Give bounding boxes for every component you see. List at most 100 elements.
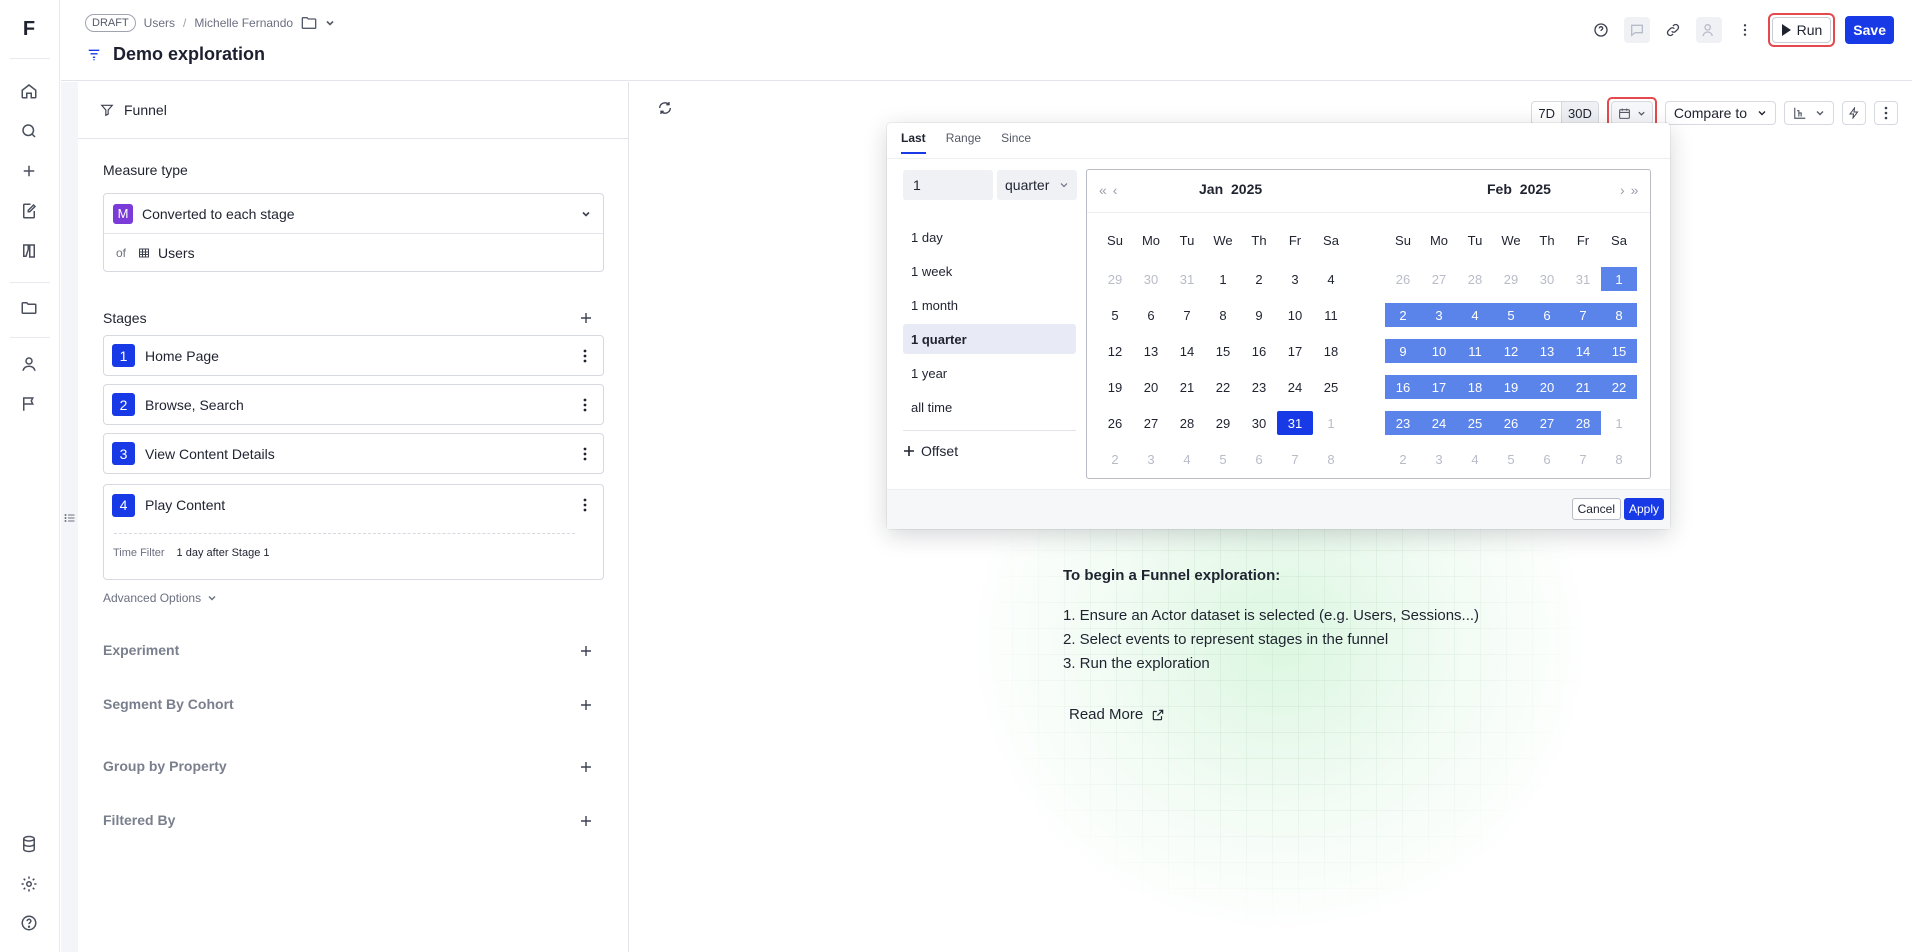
tab-since[interactable]: Since — [1001, 131, 1031, 154]
calendar-day[interactable]: 5 — [1205, 441, 1241, 477]
more-vertical-icon[interactable] — [575, 447, 595, 461]
calendar-day-in-range[interactable]: 1 — [1601, 267, 1637, 291]
preset-option[interactable]: all time — [903, 392, 1076, 422]
calendar-day[interactable]: 26 — [1097, 405, 1133, 441]
calendar-day[interactable]: 3 — [1421, 441, 1457, 477]
user-icon[interactable] — [18, 353, 40, 375]
calendar-day-in-range[interactable]: 14 — [1565, 339, 1601, 363]
time-filter[interactable]: Time Filter 1 day after Stage 1 — [113, 547, 270, 559]
calendar-day[interactable]: 10 — [1277, 297, 1313, 333]
preset-option-selected[interactable]: 1 quarter — [903, 324, 1076, 354]
calendar-day[interactable]: 16 — [1241, 333, 1277, 369]
calendar-day[interactable]: 1 — [1313, 405, 1349, 441]
calendar-day-in-range[interactable]: 20 — [1529, 375, 1565, 399]
add-offset-button[interactable]: Offset — [903, 443, 958, 459]
calendar-day-in-range[interactable]: 21 — [1565, 375, 1601, 399]
stage-row[interactable]: 2 Browse, Search — [103, 384, 604, 425]
date-range-button[interactable] — [1610, 101, 1653, 125]
run-button[interactable]: Run — [1771, 17, 1832, 43]
plus-icon[interactable] — [18, 160, 40, 182]
save-button[interactable]: Save — [1845, 16, 1894, 44]
breadcrumb-owner[interactable]: Michelle Fernando — [194, 16, 293, 30]
calendar-day[interactable]: 5 — [1097, 297, 1133, 333]
calendar-day[interactable]: 25 — [1313, 369, 1349, 405]
calendar-day-in-range[interactable]: 11 — [1457, 339, 1493, 363]
calendar-day[interactable]: 8 — [1313, 441, 1349, 477]
calendar-day[interactable]: 27 — [1421, 261, 1457, 297]
chevron-left-icon[interactable]: ‹ — [1113, 182, 1118, 198]
help-icon[interactable] — [18, 912, 40, 934]
calendar-day[interactable]: 27 — [1133, 405, 1169, 441]
calendar-day[interactable]: 4 — [1169, 441, 1205, 477]
calendar-day-in-range[interactable]: 2 — [1385, 303, 1421, 327]
chevron-right-icon[interactable]: › — [1620, 182, 1625, 198]
stage-row[interactable]: 1 Home Page — [103, 335, 604, 376]
calendar-day[interactable]: 2 — [1241, 261, 1277, 297]
folder-icon[interactable] — [301, 16, 317, 30]
more-vertical-icon[interactable] — [1732, 17, 1758, 43]
calendar-day[interactable]: 31 — [1565, 261, 1601, 297]
calendar-day[interactable]: 2 — [1385, 441, 1421, 477]
measure-type-select[interactable]: M Converted to each stage — [104, 194, 603, 234]
calendar-day[interactable]: 14 — [1169, 333, 1205, 369]
more-vertical-icon[interactable] — [575, 349, 595, 363]
calendar-day[interactable]: 9 — [1241, 297, 1277, 333]
add-filter-icon[interactable] — [579, 814, 593, 828]
filtered-by-section[interactable]: Filtered By — [103, 812, 175, 828]
calendar-day-in-range[interactable]: 6 — [1529, 303, 1565, 327]
compare-to-select[interactable]: Compare to — [1664, 101, 1776, 125]
calendar-day[interactable]: 29 — [1097, 261, 1133, 297]
add-experiment-icon[interactable] — [579, 644, 593, 658]
calendar-day-in-range[interactable]: 17 — [1421, 375, 1457, 399]
add-group-by-icon[interactable] — [579, 760, 593, 774]
breadcrumb-users[interactable]: Users — [144, 16, 175, 30]
calendar-day[interactable]: 26 — [1385, 261, 1421, 297]
calendar-day[interactable]: 4 — [1313, 261, 1349, 297]
calendar-day-in-range[interactable]: 5 — [1493, 303, 1529, 327]
link-icon[interactable] — [1660, 17, 1686, 43]
stage-row[interactable]: 3 View Content Details — [103, 433, 604, 474]
calendar-day-in-range[interactable]: 16 — [1385, 375, 1421, 399]
calendar-day[interactable]: 6 — [1529, 441, 1565, 477]
calendar-day[interactable]: 8 — [1205, 297, 1241, 333]
calendar-day[interactable]: 28 — [1457, 261, 1493, 297]
segment-by-cohort-section[interactable]: Segment By Cohort — [103, 696, 234, 712]
beaker-icon[interactable] — [18, 240, 40, 262]
page-title[interactable]: Demo exploration — [113, 44, 265, 65]
calendar-day[interactable]: 7 — [1565, 441, 1601, 477]
calendar-day[interactable]: 4 — [1457, 441, 1493, 477]
calendar-day-in-range[interactable]: 25 — [1457, 411, 1493, 435]
preset-option[interactable]: 1 year — [903, 358, 1076, 388]
search-icon[interactable] — [18, 120, 40, 142]
calendar-day[interactable]: 28 — [1169, 405, 1205, 441]
more-vertical-icon[interactable] — [575, 398, 595, 412]
calendar-day[interactable]: 30 — [1133, 261, 1169, 297]
chart-type-select[interactable] — [1784, 101, 1834, 125]
calendar-day[interactable]: 20 — [1133, 369, 1169, 405]
calendar-day[interactable]: 6 — [1241, 441, 1277, 477]
calendar-day-in-range[interactable]: 9 — [1385, 339, 1421, 363]
more-vertical-icon[interactable] — [575, 498, 595, 512]
calendar-day[interactable]: 5 — [1493, 441, 1529, 477]
calendar-day[interactable]: 6 — [1133, 297, 1169, 333]
cancel-button[interactable]: Cancel — [1571, 498, 1621, 520]
calendar-day[interactable]: 18 — [1313, 333, 1349, 369]
database-icon[interactable] — [18, 833, 40, 855]
calendar-day[interactable]: 11 — [1313, 297, 1349, 333]
calendar-day-in-range[interactable]: 15 — [1601, 339, 1637, 363]
range-30d-button[interactable]: 30D — [1561, 102, 1598, 124]
calendar-day-in-range[interactable]: 27 — [1529, 411, 1565, 435]
home-icon[interactable] — [18, 80, 40, 102]
preset-option[interactable]: 1 week — [903, 256, 1076, 286]
calendar-day-in-range[interactable]: 28 — [1565, 411, 1601, 435]
share-user-icon[interactable] — [1695, 17, 1722, 43]
calendar-day-in-range[interactable]: 7 — [1565, 303, 1601, 327]
calendar-day[interactable]: 15 — [1205, 333, 1241, 369]
range-7d-button[interactable]: 7D — [1532, 102, 1562, 124]
calendar-day-in-range[interactable]: 8 — [1601, 303, 1637, 327]
calendar-day-in-range[interactable]: 4 — [1457, 303, 1493, 327]
calendar-day[interactable]: 30 — [1241, 405, 1277, 441]
edit-icon[interactable] — [18, 200, 40, 222]
tab-last[interactable]: Last — [901, 131, 926, 154]
calendar-day[interactable]: 17 — [1277, 333, 1313, 369]
